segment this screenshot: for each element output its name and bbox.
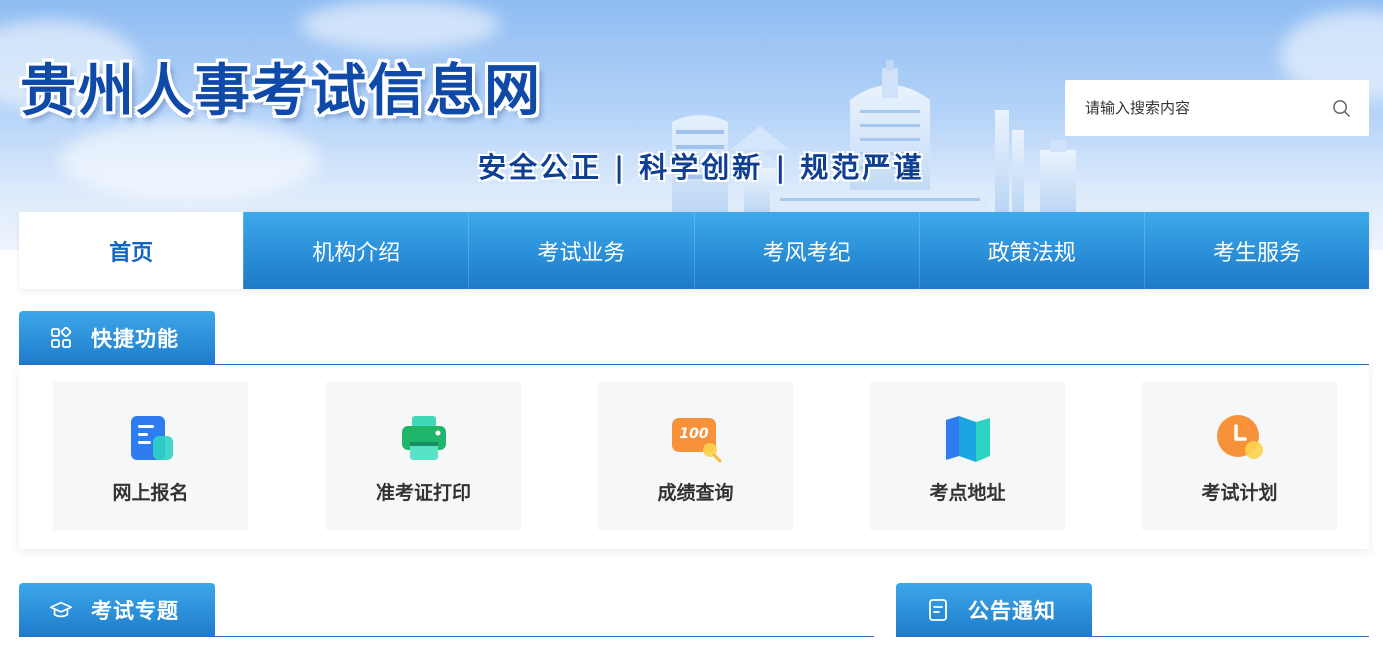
quick-functions-header: 快捷功能 (19, 311, 1369, 365)
slogan-item: 规范严谨 (800, 151, 925, 184)
search-box (1065, 80, 1369, 136)
nav-item-candidate-services[interactable]: 考生服务 (1143, 212, 1370, 289)
quick-item-label: 考试计划 (1201, 482, 1278, 504)
nav-item-exam-business[interactable]: 考试业务 (468, 212, 694, 289)
search-input[interactable] (1085, 99, 1331, 117)
quick-item-label: 成绩查询 (657, 482, 734, 504)
nav-item-exam-discipline[interactable]: 考风考纪 (693, 212, 919, 289)
printer-icon (401, 416, 446, 460)
notices-header: 公告通知 (896, 583, 1369, 637)
quick-item-label: 准考证打印 (375, 482, 471, 504)
section-title: 快捷功能 (91, 326, 179, 351)
quick-item-online-registration[interactable]: 网上报名 (53, 382, 248, 530)
notices-tab: 公告通知 (896, 583, 1092, 636)
quick-item-admission-ticket-print[interactable]: 准考证打印 (326, 382, 521, 530)
score-query-icon: 100 (671, 418, 721, 463)
exam-topics-header: 考试专题 (19, 583, 874, 637)
slogan-separator: | (775, 151, 789, 184)
city-skyline-illustration (672, 60, 1076, 220)
nav-item-policies[interactable]: 政策法规 (918, 212, 1144, 289)
slogan-item: 安全公正 (478, 151, 603, 184)
slogan-separator: | (614, 151, 628, 184)
section-title: 公告通知 (968, 598, 1056, 623)
document-icon (926, 598, 950, 622)
quick-functions-tab: 快捷功能 (19, 311, 215, 364)
site-title: 贵州人事考试信息网 (20, 58, 542, 124)
quick-functions-panel: 网上报名 准考证打印 100 成绩查询 考点地址 考试计划 (19, 365, 1369, 549)
exam-topics-tab: 考试专题 (19, 583, 215, 636)
grid-icon (49, 326, 73, 350)
map-icon (945, 416, 990, 462)
main-nav: 首页 机构介绍 考试业务 考风考纪 政策法规 考生服务 (19, 212, 1370, 289)
nav-item-home[interactable]: 首页 (19, 212, 244, 289)
quick-item-exam-plan[interactable]: 考试计划 (1142, 382, 1337, 530)
search-icon[interactable] (1331, 98, 1351, 118)
graduation-cap-icon (49, 598, 73, 622)
score-icon-text: 100 (679, 426, 708, 442)
slogan-item: 科学创新 (639, 151, 764, 184)
cloud-decoration (300, 0, 500, 50)
section-title: 考试专题 (91, 598, 179, 623)
clock-icon (1216, 415, 1263, 459)
online-registration-icon (130, 416, 173, 460)
cloud-decoration (60, 120, 320, 200)
quick-item-exam-site-address[interactable]: 考点地址 (870, 382, 1065, 530)
site-slogan: 安全公正 | 科学创新 | 规范严谨 (478, 146, 924, 186)
quick-item-label: 考点地址 (929, 482, 1006, 504)
quick-item-score-query[interactable]: 100 成绩查询 (598, 382, 793, 530)
quick-item-label: 网上报名 (112, 482, 189, 504)
nav-item-about[interactable]: 机构介绍 (243, 212, 469, 289)
